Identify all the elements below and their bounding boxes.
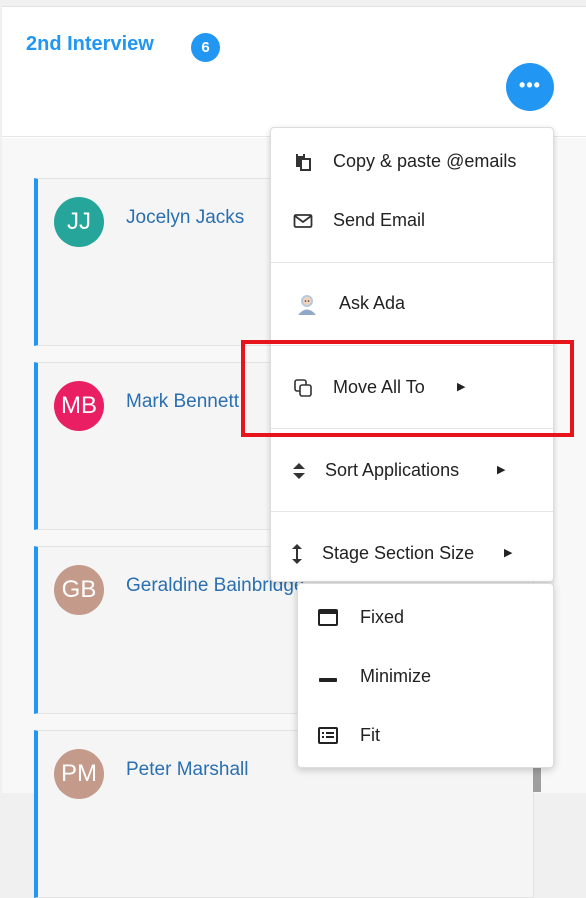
avatar: GB [54, 565, 104, 615]
highlight-box [241, 340, 574, 437]
menu-item-label: Send Email [333, 210, 426, 230]
stage-size-submenu: Fixed Minimize Fit [297, 583, 554, 768]
menu-item-label: Sort Applications [325, 460, 460, 480]
clipboard-icon [291, 132, 315, 190]
caret-right-icon: ▶ [497, 464, 506, 476]
submenu-item-fit[interactable]: Fit [298, 706, 553, 765]
caret-right-icon: ▶ [504, 547, 513, 559]
assistant-avatar-icon [295, 274, 319, 332]
ellipsis-icon: ••• [519, 75, 541, 95]
vertical-resize-icon [285, 524, 309, 582]
menu-divider [271, 511, 553, 512]
menu-divider [271, 262, 553, 263]
submenu-item-label: Minimize [360, 666, 432, 686]
envelope-icon [291, 191, 315, 249]
menu-item-send-email[interactable]: Send Email [271, 191, 553, 249]
window-icon [318, 588, 342, 647]
minus-icon [318, 647, 342, 706]
submenu-item-minimize[interactable]: Minimize [298, 647, 553, 706]
avatar: MB [54, 381, 104, 431]
more-options-button[interactable]: ••• [506, 63, 554, 111]
scrollbar-thumb[interactable] [533, 764, 541, 792]
menu-item-label: Ask Ada [339, 293, 406, 313]
stage-header: 2nd Interview 6 ••• [2, 7, 586, 137]
menu-item-sort-applications[interactable]: Sort Applications ▶ [271, 441, 553, 499]
stage-title[interactable]: 2nd Interview [26, 33, 154, 56]
menu-item-stage-section-size[interactable]: Stage Section Size ▶ [271, 524, 553, 582]
menu-item-label: Stage Section Size [322, 543, 475, 563]
submenu-item-label: Fit [360, 725, 380, 745]
submenu-item-fixed[interactable]: Fixed [298, 588, 553, 647]
candidate-name[interactable]: Jocelyn Jacks [126, 207, 244, 229]
sort-icon [287, 441, 311, 499]
list-fit-icon [318, 706, 342, 765]
count-badge: 6 [191, 33, 220, 62]
candidate-name[interactable]: Peter Marshall [126, 759, 249, 781]
avatar: JJ [54, 197, 104, 247]
menu-item-ask-ada[interactable]: Ask Ada [271, 274, 553, 332]
submenu-item-label: Fixed [360, 607, 405, 627]
candidate-name[interactable]: Mark Bennett [126, 391, 239, 413]
menu-item-copy-emails[interactable]: Copy & paste @emails [271, 132, 553, 190]
menu-item-label: Copy & paste @emails [333, 151, 517, 171]
